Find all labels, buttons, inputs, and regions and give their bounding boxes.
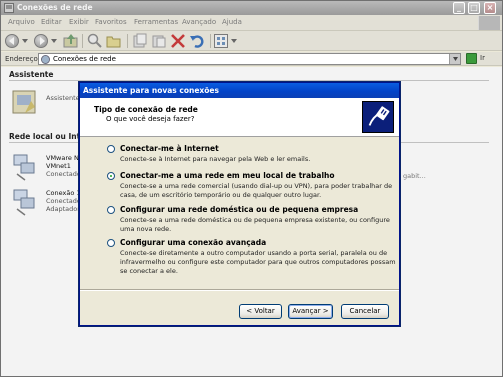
dialog-title: Assistente para novas conexões	[83, 86, 219, 95]
option-description: Conecte-se a uma rede comercial (usando …	[120, 182, 393, 199]
new-connection-wizard-dialog: Assistente para novas conexões Tipo de c…	[79, 82, 400, 326]
option-description: Conecte-se diretamente a outro computado…	[120, 249, 396, 275]
dialog-separator	[80, 289, 399, 291]
radio-home-network[interactable]	[107, 206, 115, 214]
dialog-header-subtitle: O que você deseja fazer?	[106, 115, 195, 123]
option-description: Conecte-se à Internet para navegar pela …	[120, 155, 311, 163]
network-plug-icon	[362, 101, 394, 133]
dialog-header: Tipo de conexão de rede O que você desej…	[80, 98, 399, 137]
back-button[interactable]: < Voltar	[239, 304, 282, 319]
dialog-titlebar[interactable]: Assistente para novas conexões	[80, 83, 399, 98]
radio-workplace[interactable]	[107, 172, 115, 180]
dialog-header-title: Tipo de conexão de rede	[94, 105, 198, 114]
next-button[interactable]: Avançar >	[288, 304, 333, 319]
option-description: Conecte-se a uma rede doméstica ou de pe…	[120, 216, 390, 233]
option-label[interactable]: Configurar uma rede doméstica ou de pequ…	[120, 205, 358, 214]
radio-internet[interactable]	[107, 145, 115, 153]
radio-advanced[interactable]	[107, 239, 115, 247]
option-label[interactable]: Conectar-me à Internet	[120, 144, 219, 153]
option-label[interactable]: Configurar uma conexão avançada	[120, 238, 266, 247]
cancel-button[interactable]: Cancelar	[341, 304, 389, 319]
option-label[interactable]: Conectar-me a uma rede em meu local de t…	[120, 171, 335, 180]
